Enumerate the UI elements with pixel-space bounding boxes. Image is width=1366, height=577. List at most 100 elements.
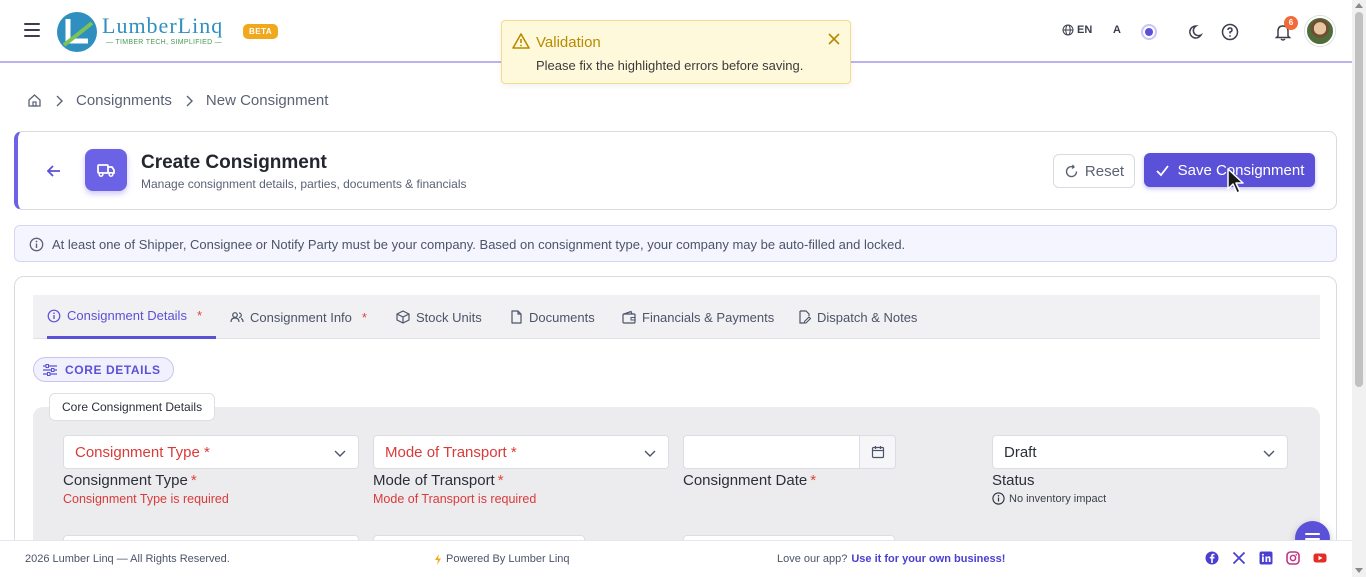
- scroll-thumb[interactable]: [1355, 12, 1363, 387]
- theme-color-picker[interactable]: [1141, 24, 1157, 40]
- mode-of-transport-error: Mode of Transport is required: [373, 492, 537, 506]
- home-icon[interactable]: [27, 93, 42, 108]
- beta-badge: BETA: [243, 24, 279, 39]
- calendar-button[interactable]: [860, 435, 896, 469]
- font-size-button[interactable]: A: [1113, 24, 1121, 36]
- page-scrollbar[interactable]: [1352, 0, 1366, 577]
- brand-tagline: — TIMBER TECH, SIMPLIFIED —: [106, 39, 222, 46]
- mouse-cursor-icon: [1227, 168, 1244, 194]
- dark-mode-icon[interactable]: [1188, 23, 1206, 41]
- status-field: Draft Status No inventory impact: [992, 435, 1288, 505]
- tab-consignment-info[interactable]: Consignment Info *: [230, 295, 367, 339]
- section-chip-core-details: CORE DETAILS: [33, 357, 174, 382]
- chevron-down-icon: [1263, 450, 1275, 457]
- chevron-right-icon: [56, 95, 63, 106]
- language-switcher[interactable]: EN: [1062, 24, 1092, 36]
- user-avatar[interactable]: [1305, 16, 1335, 46]
- tab-dispatch-notes[interactable]: Dispatch & Notes: [797, 295, 917, 339]
- consignment-type-label: Consignment Type *: [63, 472, 197, 489]
- page-subtitle: Manage consignment details, parties, doc…: [141, 177, 467, 191]
- sliders-icon: [43, 363, 57, 376]
- consignment-date-field: Consignment Date *: [683, 435, 979, 489]
- tab-label: Consignment Info: [250, 309, 352, 325]
- consignment-type-error: Consignment Type is required: [63, 492, 229, 506]
- check-icon: [1155, 164, 1169, 176]
- required-marker: *: [196, 308, 203, 323]
- tab-consignment-details[interactable]: Consignment Details *: [47, 295, 217, 339]
- mode-of-transport-select[interactable]: Mode of Transport *: [373, 435, 669, 469]
- fieldset-legend: Core Consignment Details: [49, 393, 216, 421]
- toast-message: Please fix the highlighted errors before…: [536, 58, 804, 73]
- scroll-up-arrow[interactable]: [1355, 3, 1363, 8]
- status-select[interactable]: Draft: [992, 435, 1288, 469]
- back-arrow-icon[interactable]: [44, 161, 64, 181]
- consignment-date-label: Consignment Date *: [683, 472, 817, 489]
- refresh-icon: [1065, 164, 1078, 177]
- info-banner-text: At least one of Shipper, Consignee or No…: [52, 237, 906, 252]
- breadcrumb-item-current: New Consignment: [205, 92, 329, 109]
- tab-label: Consignment Details: [67, 308, 187, 323]
- footer-powered-by: Powered By Lumber Linq: [434, 553, 570, 565]
- chevron-down-icon: [644, 450, 656, 457]
- calendar-icon: [871, 446, 884, 459]
- logo-mark-icon: [57, 12, 97, 52]
- status-hint: No inventory impact: [992, 492, 1288, 505]
- info-icon: [992, 492, 1005, 505]
- reset-label: Reset: [1084, 162, 1125, 180]
- footer-promo: Love our app? Use it for your own busines…: [777, 553, 1006, 565]
- chevron-down-icon: [334, 450, 346, 457]
- notification-count-badge: 6: [1284, 16, 1298, 30]
- document-icon: [511, 310, 522, 324]
- page-footer: 2026 Lumber Linq — All Rights Reserved. …: [0, 540, 1352, 577]
- consignment-type-field: Consignment Type * Consignment Type * Con…: [63, 435, 359, 506]
- tab-label: Documents: [529, 309, 595, 325]
- warning-icon: [512, 33, 530, 49]
- tab-financials-payments[interactable]: Financials & Payments: [622, 295, 774, 339]
- users-icon: [230, 312, 244, 323]
- tab-stock-units[interactable]: Stock Units: [396, 295, 482, 339]
- breadcrumb-item-consignments[interactable]: Consignments: [76, 92, 172, 109]
- wallet-icon: [622, 310, 636, 324]
- tab-label: Financials & Payments: [642, 309, 775, 325]
- mode-of-transport-field: Mode of Transport * Mode of Transport * M…: [373, 435, 669, 506]
- section-chip-label: CORE DETAILS: [65, 362, 161, 377]
- social-links: [1205, 551, 1327, 565]
- youtube-icon[interactable]: [1313, 551, 1327, 565]
- x-twitter-icon[interactable]: [1232, 551, 1246, 565]
- page-title: Create Consignment: [141, 152, 327, 173]
- consignment-date-input[interactable]: [683, 435, 860, 469]
- validation-toast: Validation Please fix the highlighted er…: [501, 20, 851, 84]
- language-label: EN: [1077, 24, 1093, 36]
- instagram-icon[interactable]: [1286, 551, 1300, 565]
- reset-button[interactable]: Reset: [1053, 154, 1135, 188]
- facebook-icon[interactable]: [1205, 551, 1219, 565]
- menu-icon[interactable]: [24, 23, 40, 37]
- truck-icon: [85, 149, 127, 191]
- consignment-type-select[interactable]: Consignment Type *: [63, 435, 359, 469]
- status-value: Draft: [1004, 444, 1037, 461]
- edit-note-icon: [799, 310, 811, 324]
- scroll-down-arrow[interactable]: [1355, 568, 1363, 573]
- info-icon: [29, 237, 44, 252]
- mode-of-transport-label: Mode of Transport *: [373, 472, 504, 489]
- close-icon[interactable]: [826, 31, 842, 47]
- tab-label: Stock Units: [416, 309, 482, 325]
- brand-name: LumberLinq: [102, 13, 224, 38]
- help-icon[interactable]: [1221, 23, 1239, 41]
- linkedin-icon[interactable]: [1259, 551, 1273, 565]
- chevron-right-icon: [186, 95, 193, 106]
- required-marker: *: [361, 309, 367, 325]
- tab-documents[interactable]: Documents: [509, 295, 595, 339]
- breadcrumb: Consignments New Consignment: [27, 92, 328, 109]
- tab-label: Dispatch & Notes: [817, 309, 918, 325]
- mode-of-transport-placeholder: Mode of Transport *: [385, 444, 517, 461]
- toast-title: Validation: [536, 34, 601, 51]
- globe-icon: [1062, 24, 1074, 36]
- footer-copyright: 2026 Lumber Linq — All Rights Reserved.: [25, 553, 230, 565]
- box-icon: [396, 310, 410, 324]
- use-for-business-link[interactable]: Use it for your own business!: [851, 553, 1005, 565]
- status-label: Status: [992, 472, 1035, 489]
- brand-logo[interactable]: LumberLinq — TIMBER TECH, SIMPLIFIED —: [56, 11, 232, 53]
- bolt-icon: [435, 553, 441, 565]
- form-tabs: Consignment Details * Consignment Info * S…: [33, 295, 1320, 339]
